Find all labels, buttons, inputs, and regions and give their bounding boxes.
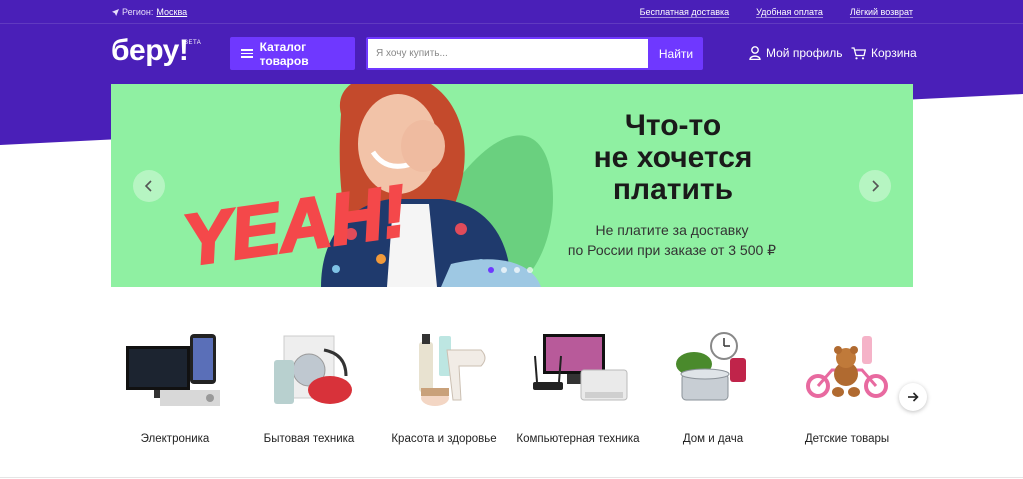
link-free-delivery[interactable]: Бесплатная доставка: [639, 7, 730, 18]
carousel-dot[interactable]: [488, 267, 494, 273]
category-appliances[interactable]: Бытовая техника: [245, 330, 373, 445]
chevron-left-icon: [144, 180, 152, 192]
category-home[interactable]: Дом и дача: [649, 330, 777, 445]
home-icon: [676, 332, 746, 401]
category-label: Компьютерная техника: [516, 433, 640, 445]
carousel-dot[interactable]: [527, 267, 533, 273]
subtext-line-2: по России при заказе от 3 500 ₽: [567, 242, 777, 258]
headline-line-3: платить: [612, 173, 734, 206]
catalog-button[interactable]: Каталог товаров: [230, 37, 355, 70]
user-icon: [749, 46, 761, 60]
banner-headline: Что-то не хочется платить: [543, 110, 803, 206]
top-bar: Регион: Москва Бесплатная доставка Удобн…: [0, 0, 1023, 24]
category-beauty[interactable]: Красота и здоровье: [380, 330, 508, 445]
divider: [0, 477, 1023, 478]
category-label: Дом и дача: [682, 433, 744, 445]
headline-line-1: Что-то: [624, 109, 722, 142]
banner-next-button[interactable]: [859, 170, 891, 202]
carousel-dot[interactable]: [501, 267, 507, 273]
banner-prev-button[interactable]: [133, 170, 165, 202]
computer-icon: [533, 334, 628, 401]
search-button[interactable]: Найти: [649, 37, 703, 70]
catalog-button-label: Каталог товаров: [259, 39, 309, 68]
region-selector[interactable]: Регион: Москва: [112, 7, 187, 17]
promo-banner[interactable]: YEAH! Что-то не хочется платить Не плати…: [111, 84, 913, 287]
category-label: Красота и здоровье: [391, 433, 497, 445]
carousel-dots: [488, 267, 533, 273]
arrow-right-icon: [908, 392, 919, 402]
category-label: Детские товары: [804, 433, 890, 445]
cart-icon: [851, 46, 866, 59]
chevron-right-icon: [872, 180, 880, 192]
categories-next-button[interactable]: [899, 383, 927, 411]
cart-link[interactable]: Корзина: [851, 46, 917, 60]
carousel-dot[interactable]: [514, 267, 520, 273]
cosmetics-icon: [419, 334, 486, 406]
location-arrow-icon: [112, 8, 119, 16]
category-strip: Электроника Бытовая техника Красота и зд…: [111, 330, 913, 470]
cart-label: Корзина: [871, 46, 917, 60]
category-kids[interactable]: Детские товары: [783, 330, 911, 445]
logo[interactable]: беру!: [111, 34, 189, 68]
banner-subtext: Не платите за доставку по России при зак…: [531, 220, 813, 260]
search-input[interactable]: [366, 37, 650, 70]
link-payment[interactable]: Удобная оплата: [756, 7, 823, 18]
kids-icon: [806, 336, 888, 398]
logo-beta-badge: BETA: [184, 40, 202, 46]
subtext-line-1: Не платите за доставку: [595, 222, 749, 238]
profile-label: Мой профиль: [766, 46, 843, 60]
category-electronics[interactable]: Электроника: [111, 330, 239, 445]
region-value[interactable]: Москва: [156, 7, 187, 17]
category-label: Электроника: [140, 433, 210, 445]
profile-link[interactable]: Мой профиль: [749, 46, 843, 60]
region-label: Регион:: [122, 7, 154, 17]
menu-icon: [241, 49, 253, 58]
category-computers[interactable]: Компьютерная техника: [514, 330, 642, 445]
category-label: Бытовая техника: [263, 433, 355, 445]
appliances-icon: [274, 335, 352, 404]
tv-phone-icon: [126, 334, 220, 406]
headline-line-2: не хочется: [593, 141, 753, 174]
link-returns[interactable]: Лёгкий возврат: [849, 7, 913, 18]
top-links: Бесплатная доставка Удобная оплата Лёгки…: [639, 7, 913, 18]
